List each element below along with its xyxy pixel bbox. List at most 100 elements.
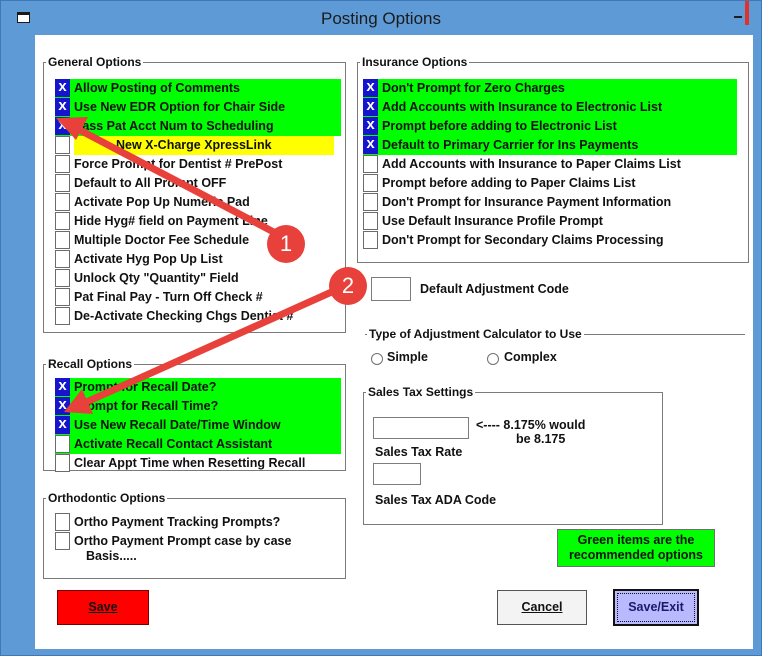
- option-label: Ortho Payment Prompt case by case Basis.…: [74, 534, 291, 564]
- option-default-prompt-off[interactable]: Default to All Prompt OFF: [55, 174, 341, 193]
- option-recall-contact-assistant[interactable]: Activate Recall Contact Assistant: [55, 435, 341, 454]
- checkbox-checked[interactable]: [363, 96, 378, 116]
- checkbox[interactable]: [55, 435, 70, 453]
- default-adjustment-code-label: Default Adjustment Code: [420, 282, 569, 296]
- checkbox[interactable]: [55, 231, 70, 249]
- ins-option-secondary-claims[interactable]: Don't Prompt for Secondary Claims Proces…: [363, 231, 737, 250]
- option-label: Force Prompt for Dentist # PrePost: [74, 157, 283, 171]
- checkbox-checked[interactable]: [55, 77, 70, 97]
- ins-option-prompt-paper[interactable]: Prompt before adding to Paper Claims Lis…: [363, 174, 737, 193]
- sales-tax-rate-label: Sales Tax Rate: [375, 445, 463, 459]
- option-label: Clear Appt Time when Resetting Recall: [74, 456, 306, 470]
- checkbox[interactable]: [55, 307, 70, 325]
- option-label: Use New Recall Date/Time Window: [74, 418, 281, 432]
- minimize-icon[interactable]: [734, 16, 742, 18]
- option-label: Add Accounts with Insurance to Electroni…: [382, 100, 663, 114]
- option-hide-hyg-field[interactable]: Hide Hyg# field on Payment Line: [55, 212, 341, 231]
- checkbox[interactable]: [363, 155, 378, 173]
- dialog-body: General Options Allow Posting of Comment…: [35, 35, 753, 649]
- sales-tax-ada-label: Sales Tax ADA Code: [375, 493, 497, 507]
- option-ortho-tracking[interactable]: Ortho Payment Tracking Prompts?: [55, 513, 341, 532]
- checkbox[interactable]: [55, 288, 70, 306]
- option-clear-appt-time[interactable]: Clear Appt Time when Resetting Recall: [55, 454, 345, 473]
- default-adjustment-code-input[interactable]: [371, 277, 411, 301]
- option-label: De-Activate Checking Chgs Dentist #: [74, 309, 294, 323]
- ins-option-paper-claims[interactable]: Add Accounts with Insurance to Paper Cla…: [363, 155, 737, 174]
- checkbox-checked[interactable]: [363, 77, 378, 97]
- ins-option-electronic-list[interactable]: Add Accounts with Insurance to Electroni…: [363, 96, 737, 117]
- checkbox[interactable]: [55, 532, 70, 550]
- cancel-button-label: Cancel: [521, 600, 563, 614]
- option-pass-pat-acct[interactable]: Pass Pat Acct Num to Scheduling: [55, 115, 341, 136]
- option-label: Ortho Payment Tracking Prompts?: [74, 515, 281, 529]
- checkbox-checked[interactable]: [363, 115, 378, 135]
- option-allow-posting-comments[interactable]: Allow Posting of Comments: [55, 77, 341, 98]
- ins-option-default-profile[interactable]: Use Default Insurance Profile Prompt: [363, 212, 737, 231]
- title-bar: Posting Options: [1, 1, 761, 35]
- save-button-label: Save: [88, 600, 118, 614]
- checkbox-checked[interactable]: [55, 96, 70, 116]
- orthodontic-options-legend: Orthodontic Options: [48, 491, 166, 505]
- option-label: Hide Hyg# field on Payment Line: [74, 214, 268, 228]
- checkbox[interactable]: [55, 155, 70, 173]
- save-exit-button[interactable]: Save/Exit: [613, 589, 699, 626]
- sales-tax-rate-hint: <---- 8.175% would be 8.175: [476, 418, 585, 446]
- checkbox-checked[interactable]: [363, 134, 378, 154]
- close-icon[interactable]: [745, 1, 749, 25]
- checkbox-checked[interactable]: [55, 414, 70, 434]
- checkbox[interactable]: [55, 250, 70, 268]
- save-button[interactable]: Save: [57, 590, 149, 625]
- option-prompt-recall-date[interactable]: Prompt for Recall Date?: [55, 376, 341, 397]
- option-use-new-edr[interactable]: Use New EDR Option for Chair Side: [55, 96, 341, 117]
- checkbox[interactable]: [55, 174, 70, 192]
- adjustment-calculator-legend: Type of Adjustment Calculator to Use: [369, 327, 582, 341]
- option-label: Activate Hyg Pop Up List: [74, 252, 223, 266]
- sales-tax-ada-input[interactable]: [373, 463, 421, 485]
- ins-option-primary-carrier[interactable]: Default to Primary Carrier for Ins Payme…: [363, 134, 737, 155]
- option-xcharge-xpresslink[interactable]: New X-Charge XpressLink: [55, 136, 341, 155]
- checkbox-checked[interactable]: [55, 115, 70, 135]
- checkbox[interactable]: [363, 174, 378, 192]
- option-label: Pass Pat Acct Num to Scheduling: [74, 119, 274, 133]
- recall-options-legend: Recall Options: [48, 357, 133, 371]
- option-deactivate-checking[interactable]: De-Activate Checking Chgs Dentist #: [55, 307, 341, 326]
- option-unlock-qty[interactable]: Unlock Qty "Quantity" Field: [55, 269, 341, 288]
- general-options-legend: General Options: [48, 55, 142, 69]
- ins-option-prompt-electronic[interactable]: Prompt before adding to Electronic List: [363, 115, 737, 136]
- radio-simple[interactable]: [371, 353, 383, 365]
- option-label: Default to Primary Carrier for Ins Payme…: [382, 138, 639, 152]
- checkbox[interactable]: [363, 193, 378, 211]
- checkbox[interactable]: [363, 231, 378, 249]
- callout-badge-2: 2: [329, 267, 367, 305]
- option-label-line1: Ortho Payment Prompt case by case: [74, 534, 292, 548]
- option-final-pay-check[interactable]: Pat Final Pay - Turn Off Check #: [55, 288, 341, 307]
- cancel-button[interactable]: Cancel: [497, 590, 587, 625]
- option-label: Default to All Prompt OFF: [74, 176, 227, 190]
- checkbox-checked[interactable]: [55, 376, 70, 396]
- save-exit-button-label: Save/Exit: [628, 600, 684, 614]
- option-label: Don't Prompt for Zero Charges: [382, 81, 565, 95]
- checkbox[interactable]: [55, 212, 70, 230]
- option-label: Unlock Qty "Quantity" Field: [74, 271, 239, 285]
- option-label: Allow Posting of Comments: [74, 81, 240, 95]
- sales-tax-rate-input[interactable]: [373, 417, 469, 439]
- checkbox[interactable]: [363, 212, 378, 230]
- recommended-note-line2: recommended options: [568, 548, 704, 562]
- option-label: Multiple Doctor Fee Schedule: [74, 233, 250, 247]
- option-numeric-pad[interactable]: Activate Pop Up Numeric Pad: [55, 193, 341, 212]
- checkbox[interactable]: [55, 454, 70, 472]
- ins-option-payment-info[interactable]: Don't Prompt for Insurance Payment Infor…: [363, 193, 737, 212]
- option-label: Don't Prompt for Insurance Payment Infor…: [382, 195, 672, 209]
- checkbox[interactable]: [55, 136, 70, 154]
- checkbox[interactable]: [55, 269, 70, 287]
- option-new-recall-window[interactable]: Use New Recall Date/Time Window: [55, 414, 341, 435]
- checkbox[interactable]: [55, 513, 70, 531]
- ins-option-zero-charges[interactable]: Don't Prompt for Zero Charges: [363, 77, 737, 98]
- checkbox-checked[interactable]: [55, 395, 70, 415]
- radio-complex[interactable]: [487, 353, 499, 365]
- option-prompt-recall-time[interactable]: Prompt for Recall Time?: [55, 395, 341, 416]
- option-ortho-case-by-case[interactable]: Ortho Payment Prompt case by case Basis.…: [55, 532, 341, 568]
- option-label: Activate Pop Up Numeric Pad: [74, 195, 250, 209]
- option-force-prompt-dentist[interactable]: Force Prompt for Dentist # PrePost: [55, 155, 341, 174]
- checkbox[interactable]: [55, 193, 70, 211]
